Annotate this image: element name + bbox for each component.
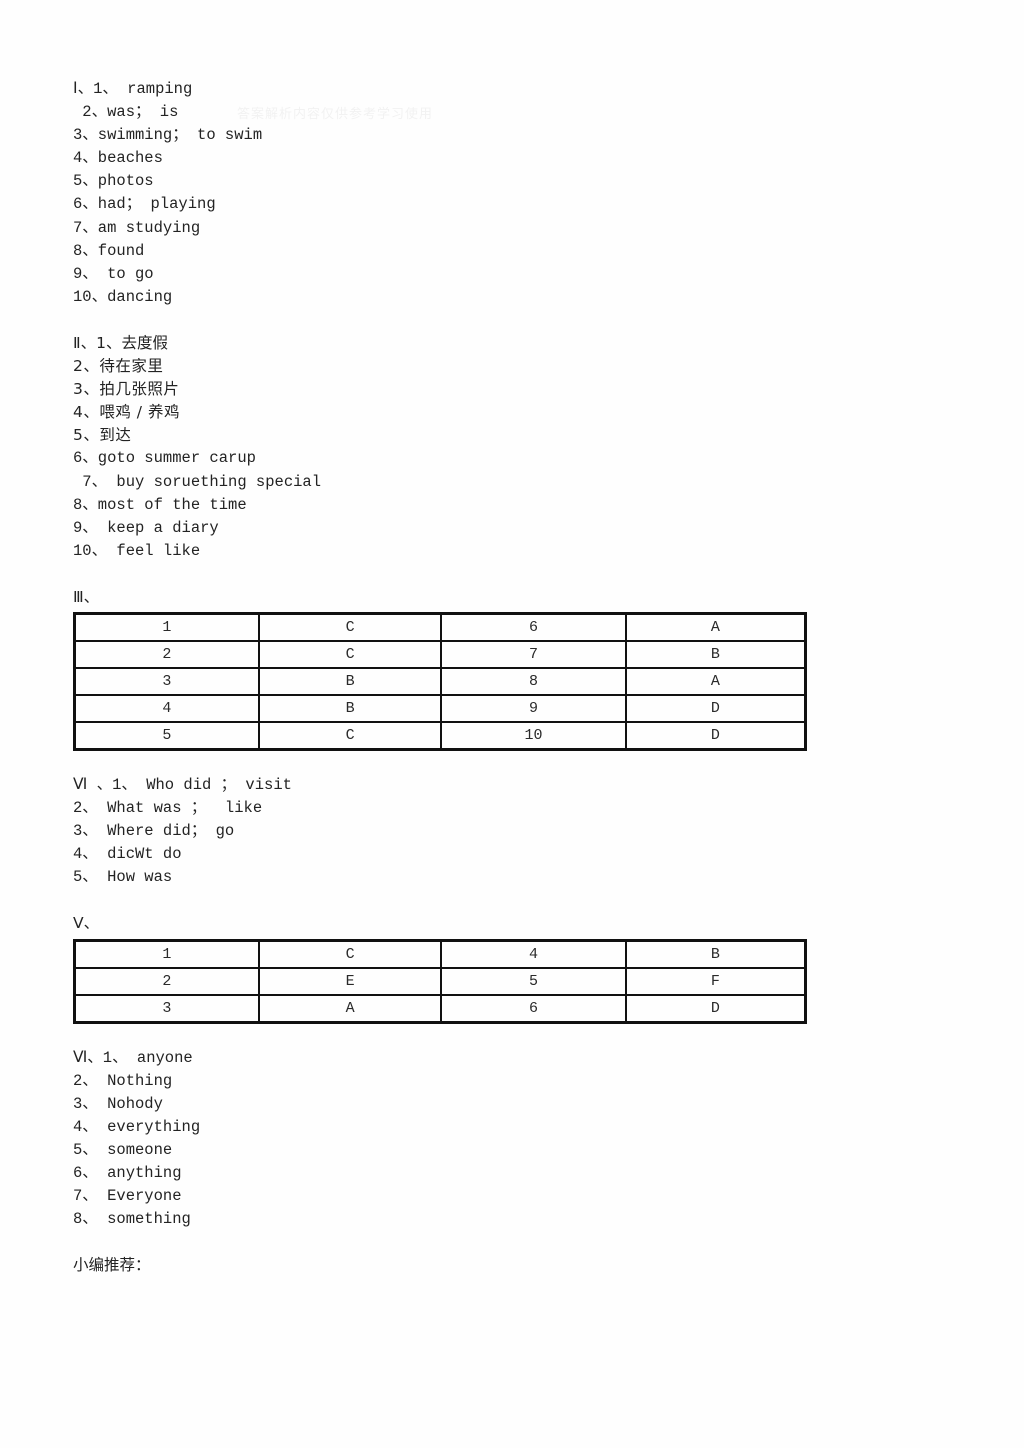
table-cell: D	[624, 993, 807, 1024]
answer-item: 4、beaches	[73, 149, 163, 168]
section-1-heading: Ⅰ、1、 ramping	[73, 80, 193, 98]
section-6-heading: Ⅵ、1、 anyone	[73, 1048, 193, 1067]
answer-section-3: Ⅲ、 1 C 6 A 2 C 7 B 3 B 8 A 4 B 9 D 5 C 1…	[73, 586, 953, 751]
table-cell: 2	[73, 639, 260, 669]
answer-item: 4、 everything	[73, 1117, 201, 1136]
answer-section-6: Ⅵ、1、 anyone 2、 Nothing 3、 Nohody 4、 ever…	[73, 1047, 953, 1232]
table-row: 4 B 9 D	[73, 693, 807, 723]
table-row: 3 B 8 A	[73, 666, 807, 696]
answer-item: 6、goto summer carup	[73, 449, 256, 468]
table-cell: 9	[440, 693, 627, 723]
table-row: 1 C 4 B	[73, 939, 807, 969]
answer-item: 5、 someone	[73, 1140, 173, 1159]
answer-item: 7、am studying	[73, 218, 201, 237]
answer-item: 5、photos	[73, 172, 154, 191]
section-5-table-wrapper: 1 C 4 B 2 E 5 F 3 A 6 D	[73, 938, 953, 1024]
answer-item: 3、拍几张照片	[73, 380, 180, 399]
answer-item: 7、 buy soruething special	[73, 472, 322, 491]
answer-item: 4、 dicWt do	[73, 845, 182, 864]
answer-item: 5、到达	[73, 426, 132, 445]
answer-item: 9、 to go	[73, 264, 154, 283]
table-cell: B	[257, 693, 443, 723]
answer-item: 6、had； playing	[73, 195, 216, 214]
answer-section-5: Ⅴ、 1 C 4 B 2 E 5 F 3 A 6 D	[73, 912, 953, 1024]
table-cell: 4	[440, 939, 627, 969]
table-cell: 7	[440, 639, 627, 669]
table-cell: 1	[73, 612, 260, 642]
section-2-heading: Ⅱ、1、去度假	[73, 333, 168, 352]
answer-item: 2、 Nothing	[73, 1071, 173, 1090]
table-cell: D	[624, 720, 807, 751]
table-row: 1 C 6 A	[73, 612, 807, 642]
answer-item: 3、 Nohody	[73, 1094, 163, 1113]
section-3-heading: Ⅲ、	[73, 587, 100, 606]
table-cell: C	[257, 720, 443, 751]
answer-item: 3、swimming； to swim	[73, 126, 263, 145]
table-cell: 8	[440, 666, 627, 696]
answer-item: 2、待在家里	[73, 357, 164, 376]
answer-item: 8、 something	[73, 1210, 191, 1229]
answer-section-2: Ⅱ、1、去度假 2、待在家里 3、拍几张照片 4、喂鸡 / 养鸡 5、到达 6、…	[73, 332, 953, 563]
table-row: 2 C 7 B	[73, 639, 807, 669]
answer-item: 7、 Everyone	[73, 1187, 182, 1206]
table-cell: F	[624, 966, 807, 996]
answer-section-4: Ⅵ 、1、 Who did ； visit 2、 What was ； like…	[73, 774, 953, 889]
table-cell: D	[624, 693, 807, 723]
table-cell: 6	[440, 993, 627, 1024]
section-5-heading: Ⅴ、	[73, 914, 100, 933]
table-cell: A	[257, 993, 443, 1024]
answer-item: 3、 Where did； go	[73, 822, 235, 841]
document-page: 答案解析内容仅供参考学习使用 Ⅰ、1、 ramping 2、was； is 3、…	[0, 0, 1024, 1448]
footer-note: 小编推荐：	[73, 1256, 151, 1275]
table-cell: 3	[73, 666, 260, 696]
table-cell: 2	[73, 966, 260, 996]
answer-item: 2、 What was ； like	[73, 799, 263, 818]
answer-item: 5、 How was	[73, 868, 173, 887]
table-cell: A	[624, 612, 807, 642]
answer-section-1: Ⅰ、1、 ramping 2、was； is 3、swimming； to sw…	[73, 78, 953, 309]
table-row: 5 C 10 D	[73, 720, 807, 751]
answers-table-5: 1 C 4 B 2 E 5 F 3 A 6 D	[73, 938, 807, 1024]
document-content: Ⅰ、1、 ramping 2、was； is 3、swimming； to sw…	[73, 78, 953, 1277]
answer-item: 2、was； is	[73, 103, 179, 122]
table-cell: C	[257, 939, 443, 969]
table-cell: B	[624, 639, 807, 669]
answer-item: 10、dancing	[73, 287, 173, 306]
table-row: 3 A 6 D	[73, 993, 807, 1024]
section-3-table-wrapper: 1 C 6 A 2 C 7 B 3 B 8 A 4 B 9 D 5 C 10 D	[73, 611, 953, 751]
answer-item: 6、 anything	[73, 1164, 182, 1182]
answer-item: 9、 keep a diary	[73, 518, 219, 537]
answer-item: 10、 feel like	[73, 541, 201, 560]
table-row: 2 E 5 F	[73, 966, 807, 996]
answer-item: 4、喂鸡 / 养鸡	[73, 403, 180, 422]
table-cell: C	[257, 612, 443, 642]
table-cell: 6	[440, 612, 627, 642]
table-cell: E	[257, 966, 443, 996]
table-cell: B	[257, 666, 443, 696]
table-cell: B	[624, 939, 807, 969]
table-cell: 5	[440, 966, 627, 996]
section-4-heading: Ⅵ 、1、 Who did ； visit	[73, 775, 292, 794]
answers-table-3: 1 C 6 A 2 C 7 B 3 B 8 A 4 B 9 D 5 C 10 D	[73, 611, 807, 751]
table-cell: 5	[73, 720, 260, 751]
answer-item: 8、most of the time	[73, 495, 247, 514]
table-cell: A	[624, 666, 807, 696]
answer-item: 8、found	[73, 241, 145, 260]
table-cell: 1	[73, 939, 260, 969]
table-cell: C	[257, 639, 443, 669]
table-cell: 4	[73, 693, 260, 723]
table-cell: 10	[440, 720, 627, 751]
table-cell: 3	[73, 993, 260, 1024]
